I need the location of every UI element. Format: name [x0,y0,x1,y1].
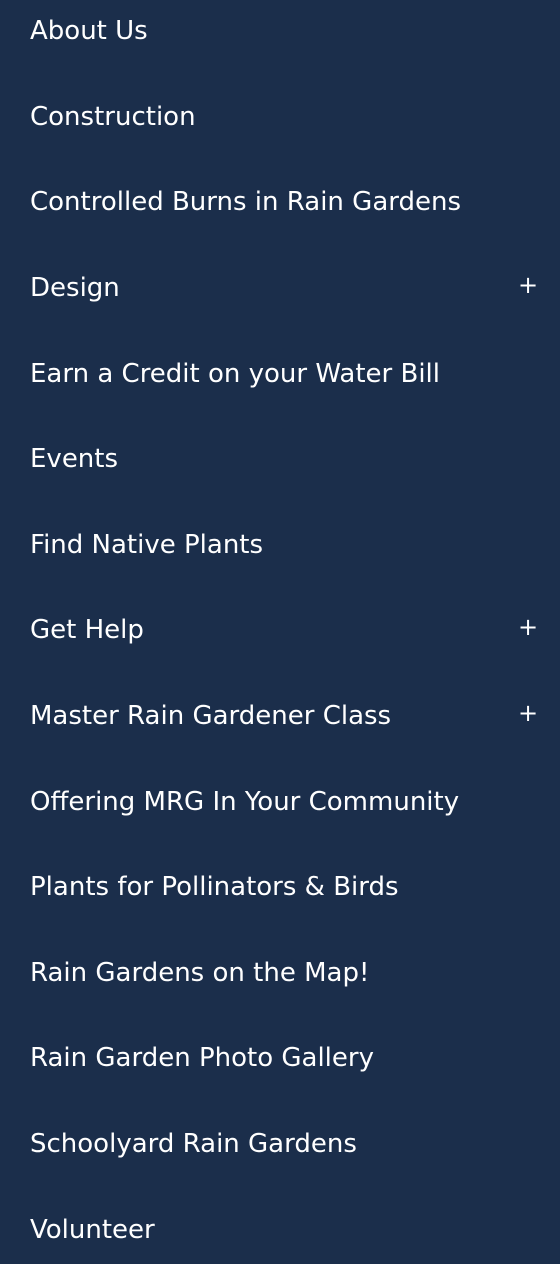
menu-item-label: Plants for Pollinators & Birds [30,872,399,902]
plus-icon[interactable]: + [514,273,542,297]
menu-item-label: Rain Garden Photo Gallery [30,1043,374,1073]
menu-item-plants-for-pollinators[interactable]: Plants for Pollinators & Birds [0,857,560,917]
menu-item-label: Volunteer [30,1215,155,1245]
menu-item-controlled-burns[interactable]: Controlled Burns in Rain Gardens [0,172,560,232]
menu-item-label: Design [30,273,120,303]
menu-item-water-bill-credit[interactable]: Earn a Credit on your Water Bill [0,344,560,404]
menu-item-label: Events [30,444,119,474]
menu-item-offering-mrg[interactable]: Offering MRG In Your Community [0,772,560,832]
menu-item-design[interactable]: Design + [0,258,560,318]
menu-item-label: Master Rain Gardener Class [30,701,392,731]
menu-item-label: Offering MRG In Your Community [30,787,460,817]
menu-item-find-native-plants[interactable]: Find Native Plants [0,515,560,575]
menu-item-label: Schoolyard Rain Gardens [30,1129,357,1159]
menu-item-label: Get Help [30,615,144,645]
plus-icon[interactable]: + [514,615,542,639]
menu-item-construction[interactable]: Construction [0,87,560,147]
menu-item-rain-gardens-map[interactable]: Rain Gardens on the Map! [0,943,560,1003]
menu-item-volunteer[interactable]: Volunteer [0,1200,560,1260]
menu-item-label: Rain Gardens on the Map! [30,958,370,988]
menu-item-schoolyard-rain-gardens[interactable]: Schoolyard Rain Gardens [0,1114,560,1174]
menu-item-label: About Us [30,16,148,46]
menu-item-events[interactable]: Events [0,429,560,489]
menu-item-get-help[interactable]: Get Help + [0,600,560,660]
menu-item-about-us[interactable]: About Us [0,1,560,61]
menu-item-photo-gallery[interactable]: Rain Garden Photo Gallery [0,1028,560,1088]
menu-item-label: Find Native Plants [30,530,264,560]
menu-item-label: Construction [30,102,196,132]
menu-item-label: Controlled Burns in Rain Gardens [30,187,462,217]
navigation-menu: About Us Construction Controlled Burns i… [0,0,560,1264]
menu-item-master-rain-gardener-class[interactable]: Master Rain Gardener Class + [0,686,560,746]
menu-item-label: Earn a Credit on your Water Bill [30,359,440,389]
plus-icon[interactable]: + [514,701,542,725]
